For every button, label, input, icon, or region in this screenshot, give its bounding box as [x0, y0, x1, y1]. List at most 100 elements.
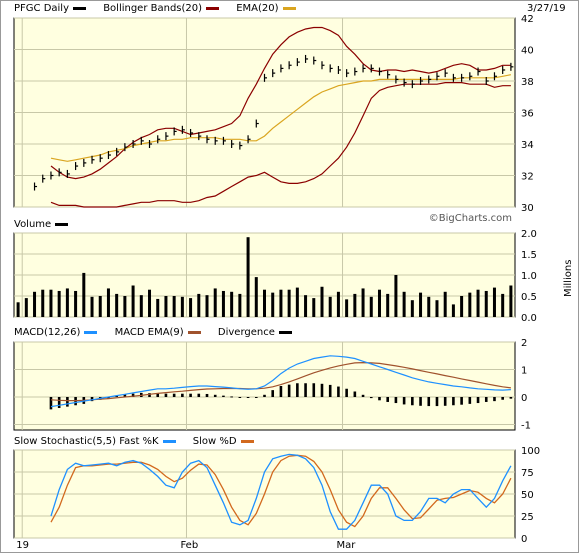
volume-bar	[57, 290, 61, 317]
divergence-bar	[476, 397, 480, 404]
divergence-bar	[468, 397, 472, 404]
volume-bar	[427, 296, 431, 317]
volume-bar	[131, 285, 135, 317]
divergence-bar	[189, 393, 192, 397]
divergence-bar	[197, 393, 201, 397]
divergence-bar	[435, 397, 439, 407]
price-tick-label: 40	[521, 46, 534, 57]
volume-bar	[156, 298, 160, 317]
volume-bar	[460, 296, 464, 317]
stoch-tick-label: 25	[521, 512, 534, 523]
divergence-bar	[419, 397, 422, 406]
volume-bar	[410, 300, 414, 317]
volume-bar	[476, 289, 480, 317]
divergence-bar	[238, 397, 242, 398]
stoch-tick-label: 100	[521, 446, 540, 457]
macd-tick-label: 1	[521, 366, 527, 377]
volume-bar	[115, 293, 119, 317]
divergence-bar	[328, 384, 332, 397]
volume-bar	[386, 293, 390, 317]
volume-bar	[336, 291, 340, 317]
divergence-bar	[427, 397, 431, 407]
volume-bar	[148, 289, 152, 317]
divergence-bar	[66, 397, 69, 407]
divergence-bar	[246, 397, 250, 398]
volume-bar	[484, 290, 488, 317]
divergence-bar	[271, 390, 275, 397]
volume-tick-label: 2.0	[521, 229, 537, 240]
price-tick-label: 30	[521, 203, 534, 214]
divergence-bar	[452, 397, 455, 406]
volume-bar	[238, 293, 242, 317]
macd-tick-label: 2	[521, 338, 527, 349]
volume-bar	[468, 292, 472, 317]
volume-tick-label: 1.5	[521, 250, 537, 261]
volume-bar	[49, 289, 53, 317]
divergence-bar	[213, 394, 217, 397]
volume-bar	[16, 302, 20, 317]
divergence-bar	[484, 397, 488, 402]
divergence-bar	[304, 383, 307, 397]
stoch-tick-label: 50	[521, 490, 534, 501]
volume-bar	[361, 288, 365, 317]
divergence-bar	[353, 391, 357, 397]
volume-bar	[295, 287, 299, 317]
divergence-bar	[279, 386, 283, 397]
price-tick-label: 42	[521, 14, 534, 25]
volume-tick-label: 0.5	[521, 292, 537, 303]
divergence-bar	[312, 383, 316, 397]
price-tick-label: 34	[521, 140, 534, 151]
chart-canvas: 30 32 34 36 38 40 42 ©BigCharts.com 0.0 0.5 1.0 1.5…	[0, 0, 579, 553]
macd-tick-label: -1	[521, 421, 531, 432]
volume-bar	[443, 291, 447, 317]
volume-bar	[139, 295, 143, 317]
divergence-bar	[337, 386, 340, 397]
volume-tick-label: 0.0	[521, 313, 537, 324]
volume-bar	[221, 290, 225, 317]
stoch-tick-label: 0	[521, 534, 527, 545]
divergence-bar	[172, 393, 176, 397]
divergence-bar	[369, 397, 373, 399]
divergence-bar	[181, 393, 184, 397]
x-axis-label: 19	[16, 540, 29, 551]
divergence-bar	[263, 394, 266, 397]
volume-bar	[402, 291, 406, 317]
volume-bar	[328, 296, 332, 317]
volume-bar	[501, 293, 505, 317]
volume-bar	[419, 292, 423, 317]
divergence-bar	[411, 397, 414, 406]
stock-chart: PFGC Daily Bollinger Bands(20) EMA(20) 3…	[0, 0, 579, 553]
divergence-bar	[230, 396, 233, 398]
volume-bar	[287, 289, 291, 317]
volume-bar	[246, 237, 250, 317]
volume-bar	[230, 291, 234, 317]
x-axis-label: Mar	[337, 540, 357, 551]
divergence-bar	[164, 393, 168, 397]
volume-bar	[205, 295, 209, 317]
volume-bar	[254, 277, 258, 317]
divergence-bar	[205, 393, 209, 397]
price-tick-label: 32	[521, 172, 534, 183]
divergence-bar	[394, 397, 398, 404]
divergence-bar	[320, 383, 324, 397]
divergence-bar	[57, 397, 61, 408]
volume-bar	[82, 272, 86, 317]
volume-bar	[377, 289, 381, 317]
divergence-bar	[460, 397, 463, 405]
volume-bar	[180, 296, 184, 317]
divergence-bar	[493, 397, 496, 402]
volume-bar	[271, 292, 275, 317]
divergence-bar	[509, 397, 513, 399]
watermark: ©BigCharts.com	[429, 213, 512, 224]
divergence-bar	[49, 397, 53, 410]
volume-bar	[123, 296, 127, 317]
divergence-bar	[345, 388, 348, 397]
volume-bar	[33, 291, 37, 317]
volume-tick-label: 1.0	[521, 271, 537, 282]
volume-bar	[172, 296, 176, 317]
volume-bar	[312, 298, 316, 317]
volume-bar	[263, 289, 266, 317]
volume-bar	[435, 300, 439, 317]
volume-bar	[369, 296, 373, 317]
volume-bar	[98, 296, 102, 317]
